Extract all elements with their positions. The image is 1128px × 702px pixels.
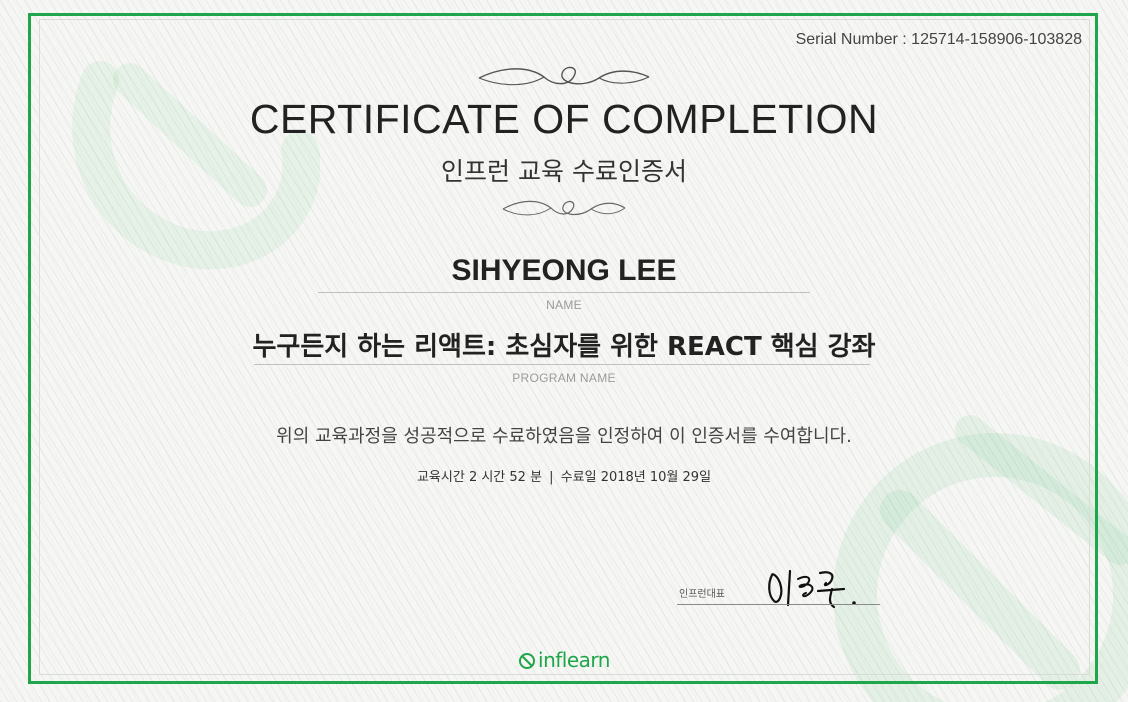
completion-statement: 위의 교육과정을 성공적으로 수료하였음을 인정하여 이 인증서를 수여합니다. [276,426,852,447]
signature-line [677,604,880,605]
details-separator: | [549,470,554,485]
serial-number: Serial Number : 125714-158906-103828 [795,31,1082,48]
signature-label: 인프런대표 [679,589,725,600]
name-underline [318,292,810,293]
completion-date: 수료일 2018년 10월 29일 [560,470,712,485]
inflearn-logo: inflearn [0,648,1128,672]
program-name: 누구든지 하는 리액트: 초심자를 위한 REACT 핵심 강좌 [252,332,876,362]
name-caption: NAME [546,298,582,312]
recipient-name: SIHYEONG LEE [451,254,677,287]
program-underline [254,364,870,365]
certificate-paper: Serial Number : 125714-158906-103828 CER… [0,0,1128,702]
program-caption: PROGRAM NAME [512,371,616,385]
course-duration: 교육시간 2 시간 52 분 [416,470,543,485]
inflearn-logo-text: inflearn [538,648,610,672]
inflearn-logo-icon [519,653,536,669]
certificate-title-korean: 인프런 교육 수료인증서 [441,157,687,186]
certificate-title-english: CERTIFICATE OF COMPLETION [249,96,879,142]
flourish-ornament-middle-icon [502,200,626,216]
completion-details: 교육시간 2 시간 52 분 | 수료일 2018년 10월 29일 [0,466,1128,485]
flourish-ornament-top-icon [478,66,650,86]
